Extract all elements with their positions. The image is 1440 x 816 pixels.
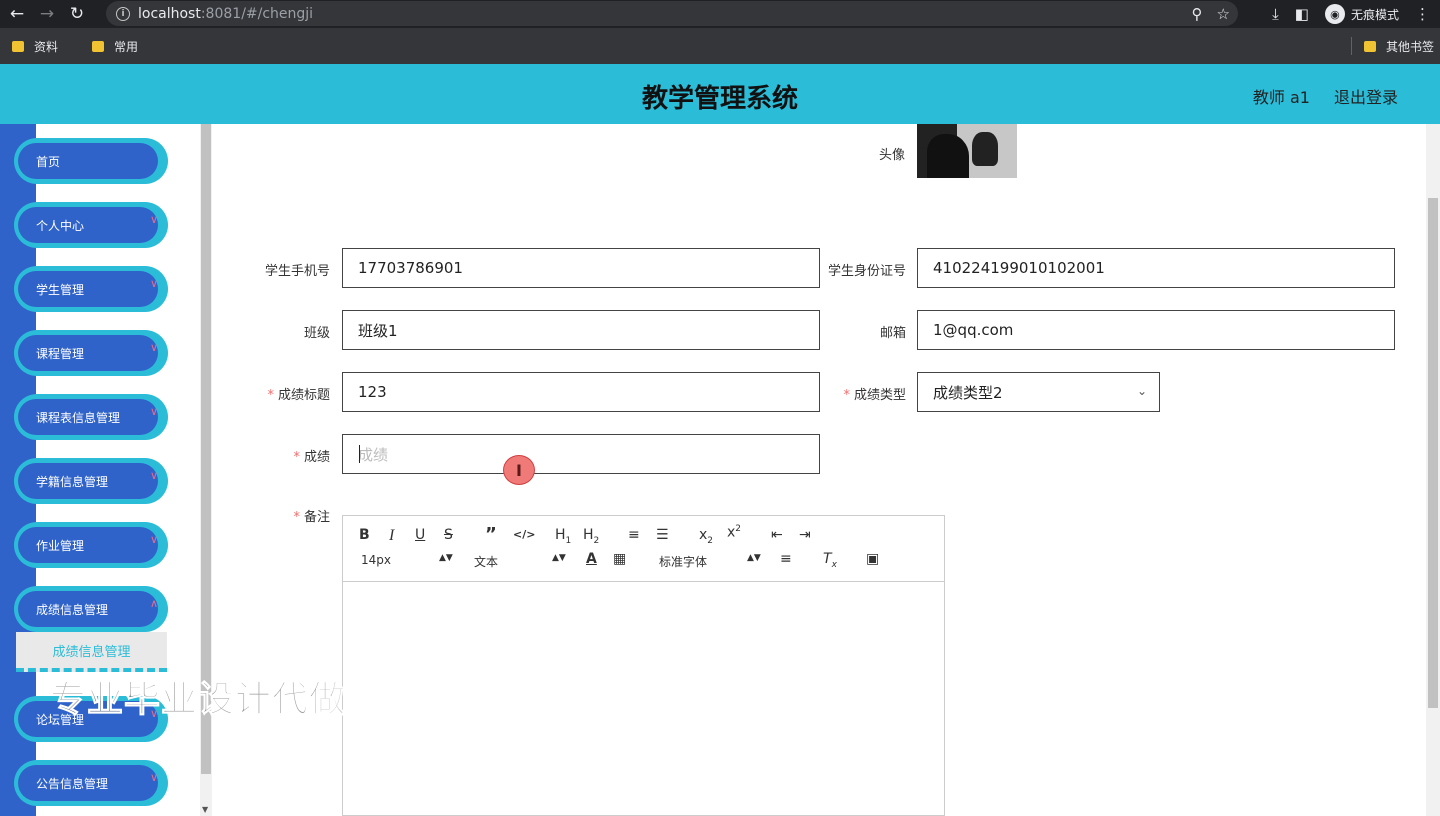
grade-form: 头像 学生手机号 17703786901 学生身份证号 410224199010… [212, 124, 1426, 816]
phone-input[interactable]: 17703786901 [342, 248, 820, 288]
chevron-down-icon: ∨ [149, 405, 158, 418]
reload-icon[interactable]: ↻ [64, 1, 90, 27]
back-icon[interactable]: ← [4, 1, 30, 27]
chevron-down-icon: ⌄ [1136, 384, 1147, 398]
font-family-select[interactable]: 标准字体 ▲▼ [659, 553, 761, 570]
info-icon[interactable]: i [116, 6, 130, 21]
star-icon[interactable]: ☆ [1217, 5, 1230, 23]
forward-icon[interactable]: → [34, 1, 60, 27]
key-icon[interactable]: ⚲ [1192, 5, 1203, 23]
avatar-label: 头像 [878, 148, 905, 163]
chevron-down-icon: ∨ [149, 277, 158, 290]
superscript-icon[interactable]: x2 [727, 524, 741, 541]
align-icon[interactable]: ≡ [780, 551, 792, 567]
background-color-icon[interactable]: ▦ [613, 551, 626, 567]
email-input[interactable]: 1@qq.com [917, 310, 1395, 350]
folder-icon [12, 40, 24, 52]
sidebar-item-homework[interactable]: 作业管理 ∨ [14, 522, 168, 568]
bookmark-folder-other[interactable]: 其他书签 [1363, 38, 1434, 55]
idcard-input[interactable]: 410224199010102001 [917, 248, 1395, 288]
incognito-indicator[interactable]: ◉ 无痕模式 [1324, 4, 1399, 24]
code-icon[interactable]: </> [513, 528, 535, 541]
chevron-down-icon: ∨ [149, 469, 158, 482]
class-label: 班级 [303, 326, 330, 341]
chevron-down-icon: ∨ [149, 213, 158, 226]
sidebar-item-courses[interactable]: 课程管理 ∨ [14, 330, 168, 376]
score-input[interactable]: 成绩 [342, 434, 820, 474]
download-icon[interactable]: ⤓ [1272, 5, 1279, 23]
heading1-icon[interactable]: H1 [555, 527, 571, 546]
score-type-select[interactable]: 成绩类型2 ⌄ [917, 372, 1160, 412]
quote-icon[interactable]: ” [485, 524, 497, 545]
sidebar-item-grades[interactable]: 成绩信息管理 ∧ [14, 586, 168, 632]
sidebar-item-announcements[interactable]: 公告信息管理 ∨ [14, 760, 168, 806]
address-bar[interactable]: i localhost:8081/#/chengji ⚲ ☆ [106, 1, 1238, 26]
app-header: 教学管理系统 教师 a1 退出登录 [0, 64, 1440, 124]
chevron-down-icon: ∨ [149, 341, 158, 354]
browser-toolbar: ← → ↻ i localhost:8081/#/chengji ⚲ ☆ ⤓ ◧… [0, 0, 1440, 28]
bookmark-folder-changyong[interactable]: 常用 [92, 38, 138, 55]
score-label: * 成绩 [293, 450, 330, 465]
folder-icon [92, 40, 105, 52]
updown-icon: ▲▼ [552, 553, 566, 563]
phone-label: 学生手机号 [264, 264, 330, 279]
italic-icon[interactable]: I [389, 527, 394, 545]
scroll-down-icon[interactable]: ▼ [202, 805, 208, 814]
bold-icon[interactable]: B [359, 527, 370, 543]
current-user: 教师 a1 [1252, 88, 1310, 107]
sidebar-item-students[interactable]: 学生管理 ∨ [14, 266, 168, 312]
sidebar-subitem-grades[interactable]: 成绩信息管理 [16, 632, 167, 672]
paragraph-select[interactable]: 文本 ▲▼ [474, 553, 566, 570]
font-size-select[interactable]: 14px ▲▼ [361, 553, 453, 567]
folder-icon [1363, 40, 1376, 52]
clear-format-icon[interactable]: Tx [823, 551, 837, 570]
mouse-cursor-indicator: I [503, 455, 535, 485]
sidebar-item-home[interactable]: 首页 [14, 138, 168, 184]
chevron-down-icon: ∨ [149, 533, 158, 546]
text-caret [359, 445, 360, 463]
incognito-icon: ◉ [1324, 4, 1345, 24]
remark-label: * 备注 [293, 510, 330, 525]
sidepanel-icon[interactable]: ◧ [1295, 5, 1309, 23]
image-icon[interactable]: ▣ [866, 551, 879, 567]
score-type-label: * 成绩类型 [843, 388, 906, 403]
bullet-list-icon[interactable]: ☰ [656, 527, 669, 543]
score-title-label: * 成绩标题 [267, 388, 330, 403]
score-title-input[interactable]: 123 [342, 372, 820, 412]
outdent-icon[interactable]: ⇤ [771, 527, 783, 543]
updown-icon: ▲▼ [747, 553, 761, 563]
email-label: 邮箱 [879, 326, 906, 341]
logout-link[interactable]: 退出登录 [1334, 84, 1398, 108]
editor-toolbar: B I U S ” </> H1 H2 ≡ ☰ x2 x2 ⇤ ⇥ 14px ▲▼… [343, 516, 944, 582]
strike-icon[interactable]: S [444, 527, 453, 543]
class-input[interactable]: 班级1 [342, 310, 820, 350]
chevron-down-icon: ∨ [149, 771, 158, 784]
updown-icon: ▲▼ [439, 553, 453, 563]
ordered-list-icon[interactable]: ≡ [628, 527, 640, 543]
underline-icon[interactable]: U [415, 527, 425, 543]
sidebar-item-schedule[interactable]: 课程表信息管理 ∨ [14, 394, 168, 440]
indent-icon[interactable]: ⇥ [799, 527, 811, 543]
sidebar-item-profile[interactable]: 个人中心 ∨ [14, 202, 168, 248]
idcard-label: 学生身份证号 [827, 264, 906, 279]
bookmark-folder-ziliao[interactable]: 资料 [12, 38, 58, 55]
app-title: 教学管理系统 [641, 84, 798, 114]
avatar [917, 124, 1017, 178]
page-scrollbar[interactable] [1426, 124, 1440, 816]
watermark: 专业毕业设计代做 [49, 679, 347, 721]
heading2-icon[interactable]: H2 [583, 527, 599, 546]
bookmarks-bar: 资料 常用 其他书签 [0, 28, 1440, 64]
url-text: localhost:8081/#/chengji [138, 5, 314, 22]
menu-icon[interactable]: ⋮ [1415, 5, 1430, 23]
font-color-icon[interactable]: A [586, 551, 597, 567]
chevron-up-icon: ∧ [149, 597, 158, 610]
rich-text-editor[interactable]: B I U S ” </> H1 H2 ≡ ☰ x2 x2 ⇤ ⇥ 14px ▲▼… [342, 515, 945, 816]
sidebar-item-enrollment[interactable]: 学籍信息管理 ∨ [14, 458, 168, 504]
subscript-icon[interactable]: x2 [699, 527, 713, 546]
